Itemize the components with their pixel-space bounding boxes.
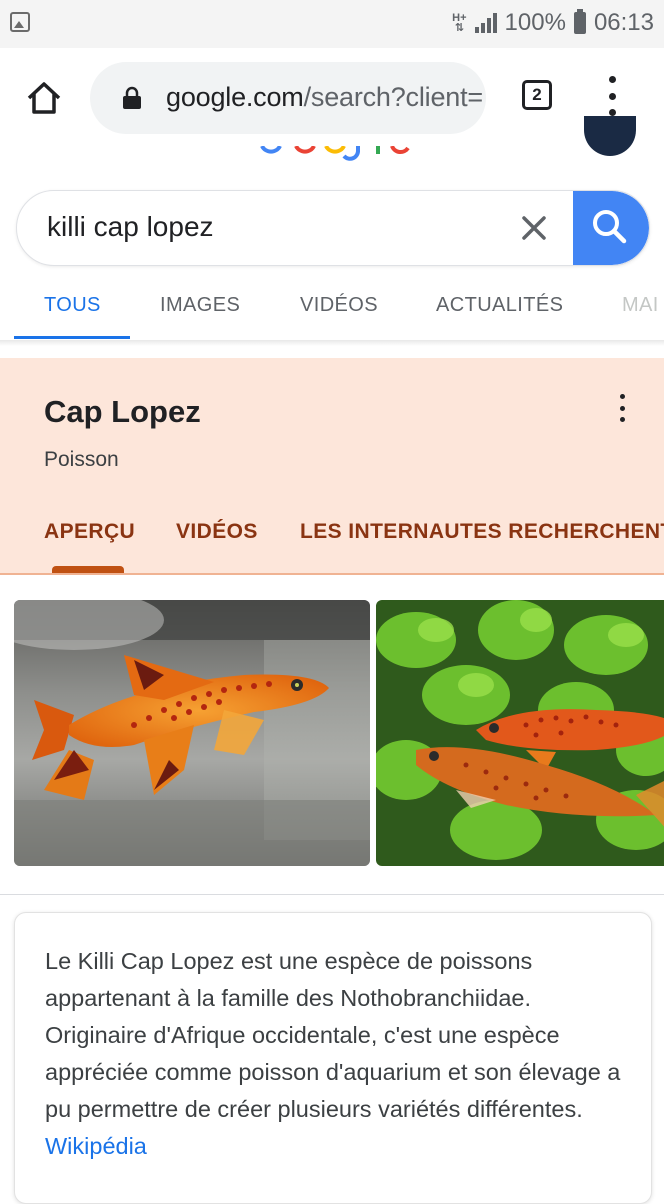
status-icons: H+ ⇅ 100% 06:13 — [452, 8, 654, 38]
tab-news[interactable]: ACTUALITÉS — [436, 294, 563, 317]
search-button[interactable] — [573, 191, 649, 265]
network-type-label: H+ — [452, 12, 467, 24]
gallery-notification-icon — [10, 12, 30, 32]
tab-count: 2 — [532, 85, 542, 104]
wikipedia-link[interactable]: Wikipédia — [45, 1133, 147, 1159]
close-icon — [522, 216, 546, 240]
tab-all[interactable]: TOUS — [44, 294, 101, 317]
tab-more-partial[interactable]: MAI — [622, 294, 659, 317]
search-input[interactable]: killi cap lopez — [47, 211, 214, 243]
google-logo[interactable] — [240, 146, 420, 164]
fish-image-2[interactable] — [376, 600, 664, 866]
knowledge-panel-header: Cap Lopez Poisson APERÇU VIDÉOS LES INTE… — [0, 358, 664, 574]
tab-switcher-button[interactable]: 2 — [522, 80, 552, 110]
description-card: Le Killi Cap Lopez est une espèce de poi… — [14, 912, 652, 1204]
battery-icon — [573, 9, 586, 34]
description-body: Le Killi Cap Lopez est une espèce de poi… — [45, 948, 621, 1122]
kp-tab-people-also-search[interactable]: LES INTERNAUTES RECHERCHENT — [300, 520, 664, 544]
description-text: Le Killi Cap Lopez est une espèce de poi… — [45, 943, 635, 1165]
clock: 06:13 — [593, 9, 654, 36]
panel-more-options-button[interactable] — [614, 394, 630, 422]
browser-menu-button[interactable] — [604, 76, 620, 116]
search-icon — [593, 210, 627, 244]
account-avatar[interactable] — [584, 116, 636, 156]
home-button[interactable] — [24, 78, 64, 118]
url-text: google.com/search?client= — [166, 82, 483, 113]
lock-icon — [123, 86, 141, 109]
nav-shadow — [0, 340, 664, 346]
kp-tab-videos[interactable]: VIDÉOS — [176, 520, 258, 544]
fish-photo — [14, 600, 370, 866]
battery-percent: 100% — [504, 9, 566, 36]
url-host: google.com — [166, 82, 304, 112]
url-bar[interactable]: google.com/search?client= — [90, 62, 486, 134]
clear-search-button[interactable] — [517, 211, 551, 245]
status-bar: H+ ⇅ 100% 06:13 — [0, 0, 664, 48]
active-tab-indicator — [14, 336, 130, 339]
browser-toolbar: google.com/search?client= 2 — [0, 48, 664, 146]
entity-title: Cap Lopez — [44, 394, 201, 429]
section-divider — [0, 894, 664, 895]
home-icon — [27, 82, 61, 114]
entity-subtitle: Poisson — [44, 448, 119, 471]
tab-images[interactable]: IMAGES — [160, 294, 240, 317]
tab-videos[interactable]: VIDÉOS — [300, 294, 378, 317]
panel-divider — [0, 573, 664, 575]
google-logo-fragment — [260, 146, 410, 161]
url-path: /search?client= — [303, 82, 484, 112]
search-tabs: TOUS IMAGES VIDÉOS ACTUALITÉS MAI — [0, 274, 664, 340]
signal-icon — [474, 13, 497, 33]
fish-photo — [376, 600, 664, 866]
kp-tab-overview[interactable]: APERÇU — [44, 520, 135, 544]
search-box[interactable]: killi cap lopez — [16, 190, 650, 266]
fish-image-1[interactable] — [14, 600, 370, 866]
network-type-icon: H+ ⇅ — [452, 12, 467, 34]
